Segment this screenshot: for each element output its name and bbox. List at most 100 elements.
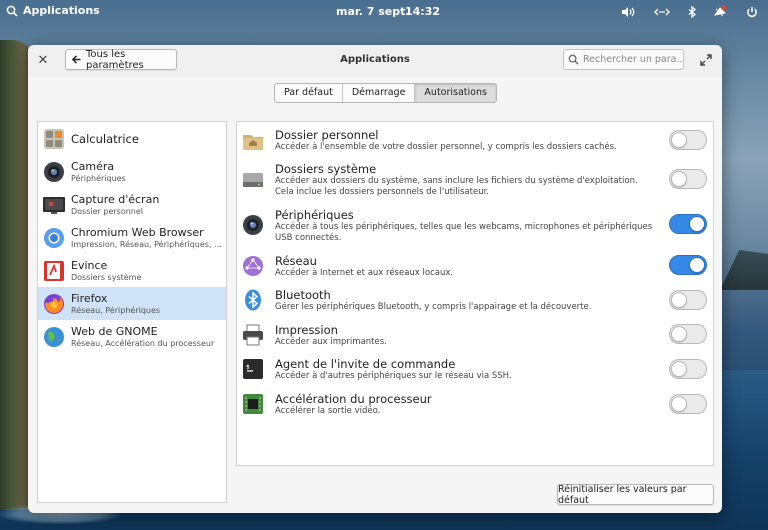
- home-folder-icon: [243, 135, 263, 150]
- camera-icon: [44, 161, 64, 182]
- app-name: Calculatrice: [71, 131, 139, 146]
- permission-row: Impression Accéder aux imprimantes.: [237, 323, 713, 357]
- search-icon: [568, 54, 579, 65]
- toggle-knob: [671, 361, 687, 377]
- app-subtitle: Dossiers système: [71, 273, 142, 282]
- toggle-impression[interactable]: [669, 324, 707, 344]
- tab-par-defaut[interactable]: Par défaut: [275, 84, 343, 102]
- permission-description: Accéder aux dossiers du système, sans in…: [275, 176, 638, 197]
- app-name: Capture d'écran: [71, 193, 160, 206]
- permission-description: Accéder aux imprimantes.: [275, 337, 387, 347]
- network-globe-icon: [243, 256, 263, 276]
- search-field[interactable]: [563, 49, 684, 70]
- power-icon[interactable]: [744, 4, 760, 20]
- app-subtitle: Dossier personnel: [71, 207, 144, 216]
- toggle-acceleration-processeur[interactable]: [669, 394, 707, 414]
- app-name: Evince: [71, 259, 108, 272]
- screenshot-icon: [43, 196, 65, 214]
- permission-row: Périphériques Accéder à tous les périphé…: [237, 208, 713, 252]
- volume-icon[interactable]: [620, 4, 636, 20]
- app-subtitle: Périphériques: [71, 174, 126, 183]
- tab-autorisations[interactable]: Autorisations: [415, 84, 496, 102]
- toggle-agent-invite-commande[interactable]: [669, 359, 707, 379]
- list-item-camera[interactable]: Caméra Périphériques: [38, 155, 226, 188]
- permission-row: Accélération du processeur Accélérer la …: [237, 392, 713, 426]
- toggle-knob: [689, 216, 705, 232]
- permission-title: Dossier personnel: [275, 128, 379, 142]
- evince-icon: [44, 260, 64, 281]
- permission-description: Accéder à Internet et aux réseaux locaux…: [275, 268, 454, 278]
- toggle-knob: [671, 171, 687, 187]
- app-name: Firefox: [71, 292, 108, 305]
- toggle-knob: [671, 132, 687, 148]
- permission-description: Accéder à l'ensemble de votre dossier pe…: [275, 142, 617, 152]
- permission-row: Dossier personnel Accéder à l'ensemble d…: [237, 128, 713, 162]
- toggle-dossiers-systeme[interactable]: [669, 169, 707, 189]
- permission-description: Accélérer la sortie vidéo.: [275, 406, 381, 416]
- toggle-knob: [671, 396, 687, 412]
- top-panel: Applications mar. 7 sept. 14:32: [0, 0, 768, 24]
- applications-menu[interactable]: Applications: [6, 4, 100, 17]
- list-item-capture-ecran[interactable]: Capture d'écran Dossier personnel: [38, 188, 226, 221]
- panel-time[interactable]: 14:32: [405, 5, 440, 18]
- toggle-reseau[interactable]: [669, 255, 707, 275]
- app-list: Calculatrice Caméra Périphériques Captur…: [37, 121, 227, 503]
- toggle-knob: [689, 257, 705, 273]
- reset-defaults-button[interactable]: Réinitialiser les valeurs par défaut: [557, 484, 714, 506]
- permission-row: Dossiers système Accéder aux dossiers du…: [237, 162, 713, 206]
- svg-text:$_: $_: [246, 364, 254, 371]
- list-item-evince[interactable]: Evince Dossiers système: [38, 254, 226, 287]
- notifications-icon[interactable]: [712, 4, 728, 20]
- bluetooth-icon[interactable]: [684, 4, 700, 20]
- permission-title: Dossiers système: [275, 162, 377, 176]
- permission-title: Agent de l'invite de commande: [275, 357, 456, 371]
- permission-title: Bluetooth: [275, 288, 331, 302]
- drive-icon: [243, 173, 263, 187]
- toggle-peripheriques[interactable]: [669, 214, 707, 234]
- list-item-web-de-gnome[interactable]: Web de GNOME Réseau, Accélération du pro…: [38, 320, 226, 353]
- gnome-web-icon: [44, 326, 64, 347]
- list-item-calculatrice[interactable]: Calculatrice: [38, 122, 226, 155]
- wallpaper-rock: [720, 250, 768, 290]
- toggle-bluetooth[interactable]: [669, 290, 707, 310]
- search-icon: [6, 5, 18, 17]
- app-name: Chromium Web Browser: [71, 226, 204, 239]
- settings-window: ✕ Tous les paramètres Applications Par d…: [28, 45, 722, 513]
- permission-row: Réseau Accéder à Internet et aux réseaux…: [237, 254, 713, 288]
- list-item-chromium[interactable]: Chromium Web Browser Impression, Réseau,…: [38, 221, 226, 254]
- list-item-firefox[interactable]: Firefox Réseau, Périphériques: [38, 287, 226, 320]
- firefox-icon: [44, 293, 64, 314]
- printer-icon: [243, 324, 263, 346]
- panel-date[interactable]: mar. 7 sept.: [336, 5, 410, 18]
- app-subtitle: Réseau, Accélération du processeur: [71, 339, 215, 348]
- permission-row: $_ Agent de l'invite de commande Accéder…: [237, 357, 713, 391]
- toggle-knob: [671, 326, 687, 342]
- app-name: Caméra: [71, 160, 115, 173]
- permission-description: Gérer les périphériques Bluetooth, y com…: [275, 302, 592, 312]
- app-subtitle: Impression, Réseau, Périphériques, Doss.…: [71, 240, 224, 249]
- app-subtitle: Réseau, Périphériques: [71, 306, 161, 315]
- stack-switcher: Par défaut Démarrage Autorisations: [274, 83, 497, 103]
- gpu-chip-icon: [243, 394, 263, 414]
- titlebar: ✕ Tous les paramètres Applications: [28, 45, 722, 77]
- calculator-icon: [44, 128, 64, 149]
- bluetooth-icon: [245, 289, 261, 311]
- permissions-list: Dossier personnel Accéder à l'ensemble d…: [236, 121, 714, 466]
- terminal-icon: $_: [243, 359, 263, 379]
- maximize-icon[interactable]: [700, 54, 714, 68]
- permission-description: Accéder à d'autres périphériques sur le …: [275, 371, 512, 381]
- network-icon[interactable]: [653, 4, 671, 20]
- permission-title: Périphériques: [275, 208, 354, 222]
- permission-title: Impression: [275, 323, 338, 337]
- tab-demarrage[interactable]: Démarrage: [343, 84, 416, 102]
- toggle-dossier-personnel[interactable]: [669, 130, 707, 150]
- permission-title: Réseau: [275, 254, 317, 268]
- toggle-knob: [671, 292, 687, 308]
- app-name: Web de GNOME: [71, 325, 158, 338]
- permission-title: Accélération du processeur: [275, 392, 432, 406]
- chromium-icon: [44, 227, 64, 248]
- webcam-icon: [243, 215, 263, 235]
- permission-description: Accéder à tous les périphériques, telles…: [275, 222, 653, 243]
- permission-row: Bluetooth Gérer les périphériques Blueto…: [237, 288, 713, 322]
- search-input[interactable]: [583, 54, 683, 65]
